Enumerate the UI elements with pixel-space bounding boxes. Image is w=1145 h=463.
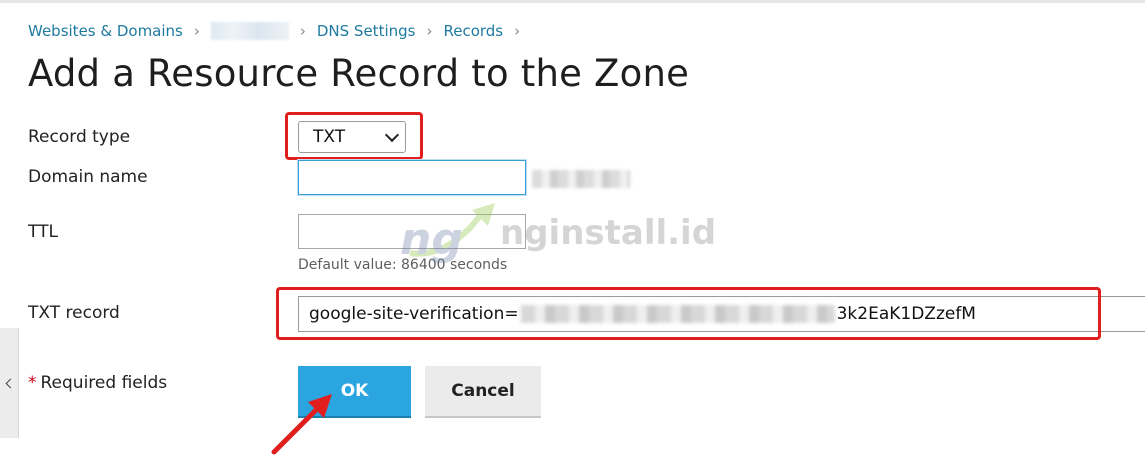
breadcrumb-websites-domains[interactable]: Websites & Domains <box>28 22 183 40</box>
required-fields-label: Required fields <box>40 373 168 393</box>
ttl-hint: Default value: 86400 seconds <box>298 257 508 273</box>
cancel-button[interactable]: Cancel <box>425 366 541 416</box>
watermark-text: nginstall.id <box>500 213 716 253</box>
domain-suffix-redacted <box>532 170 630 188</box>
ttl-label: TTL <box>28 222 58 242</box>
breadcrumb-separator: › <box>299 22 306 40</box>
page-title: Add a Resource Record to the Zone <box>28 52 690 95</box>
ok-button[interactable]: OK <box>298 366 411 416</box>
txt-record-redacted <box>520 305 835 323</box>
required-star: * <box>28 373 37 393</box>
record-type-label: Record type <box>28 127 131 147</box>
breadcrumb-domain-redacted[interactable] <box>210 22 289 40</box>
required-fields-note: * Required fields <box>28 373 167 393</box>
breadcrumb-separator: › <box>514 22 521 40</box>
breadcrumb-records[interactable]: Records <box>443 22 503 40</box>
ttl-input[interactable] <box>298 214 526 249</box>
chevron-left-icon <box>5 378 16 388</box>
chevron-down-icon <box>384 127 400 143</box>
txt-record-suffix: 3k2EaK1DZzefM <box>836 304 976 324</box>
txt-record-prefix: google-site-verification= <box>309 304 519 324</box>
breadcrumb-dns-settings[interactable]: DNS Settings <box>317 22 416 40</box>
sidebar-toggle[interactable] <box>0 328 19 438</box>
txt-record-label: TXT record <box>28 303 120 323</box>
top-divider <box>0 0 1145 3</box>
breadcrumb-separator: › <box>193 22 200 40</box>
domain-name-label: Domain name <box>28 167 148 187</box>
domain-name-input[interactable] <box>298 160 526 195</box>
record-type-value: TXT <box>313 127 346 147</box>
breadcrumb-separator: › <box>426 22 433 40</box>
txt-record-input[interactable]: google-site-verification= 3k2EaK1DZzefM <box>298 296 1145 332</box>
breadcrumb: Websites & Domains › › DNS Settings › Re… <box>28 20 531 42</box>
record-type-select[interactable]: TXT <box>298 121 406 153</box>
